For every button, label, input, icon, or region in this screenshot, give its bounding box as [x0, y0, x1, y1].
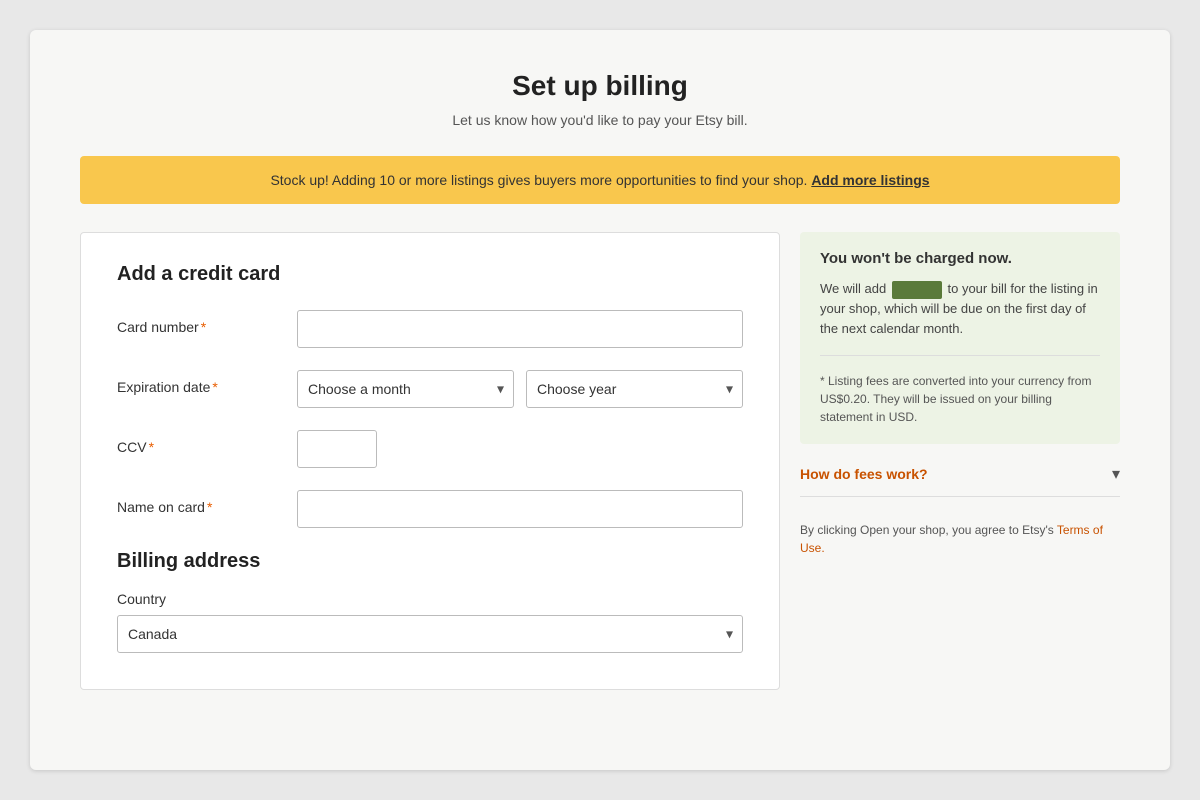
fees-chevron-icon: ▾: [1112, 464, 1120, 484]
fees-row: How do fees work? ▾: [800, 464, 1120, 484]
expiry-dropdowns: Choose a month January February March Ap…: [297, 370, 743, 408]
country-label: Country: [117, 591, 743, 607]
info-box: You won't be charged now. We will add to…: [800, 232, 1120, 444]
credit-card-title: Add a credit card: [117, 263, 743, 286]
billing-address-title: Billing address: [117, 550, 743, 573]
info-box-title: You won't be charged now.: [820, 250, 1100, 267]
name-on-card-input[interactable]: [297, 490, 743, 528]
name-label: Name on card*: [117, 490, 297, 515]
card-number-input[interactable]: [297, 310, 743, 348]
banner-text: Stock up! Adding 10 or more listings giv…: [270, 172, 807, 188]
page-subtitle: Let us know how you'd like to pay your E…: [80, 112, 1120, 128]
expiration-label: Expiration date*: [117, 370, 297, 395]
ccv-input[interactable]: [297, 430, 377, 468]
info-box-text: We will add to your bill for the listing…: [820, 279, 1100, 339]
content-row: Add a credit card Card number* Expiratio…: [80, 232, 1120, 690]
year-select[interactable]: Choose year 2024 2025 2026 2027 2028 202…: [526, 370, 743, 408]
month-select-wrapper: Choose a month January February March Ap…: [297, 370, 514, 408]
main-card: Add a credit card Card number* Expiratio…: [80, 232, 780, 690]
card-number-row: Card number*: [117, 310, 743, 348]
terms-text: By clicking Open your shop, you agree to…: [800, 511, 1120, 557]
page-container: Set up billing Let us know how you'd lik…: [30, 30, 1170, 770]
redacted-amount: [892, 281, 942, 299]
divider: [820, 355, 1100, 356]
expiration-row: Expiration date* Choose a month January …: [117, 370, 743, 408]
card-number-label: Card number*: [117, 310, 297, 335]
banner-link[interactable]: Add more listings: [811, 172, 929, 188]
page-title: Set up billing: [80, 70, 1120, 102]
month-select[interactable]: Choose a month January February March Ap…: [297, 370, 514, 408]
fees-section: How do fees work? ▾: [800, 464, 1120, 497]
fees-link[interactable]: How do fees work?: [800, 466, 928, 482]
sidebar: You won't be charged now. We will add to…: [800, 232, 1120, 557]
banner: Stock up! Adding 10 or more listings giv…: [80, 156, 1120, 204]
year-select-wrapper: Choose year 2024 2025 2026 2027 2028 202…: [526, 370, 743, 408]
ccv-row: CCV*: [117, 430, 743, 468]
country-select[interactable]: Canada United States United Kingdom Aust…: [117, 615, 743, 653]
name-row: Name on card*: [117, 490, 743, 528]
listing-fees-text: * Listing fees are converted into your c…: [820, 372, 1100, 426]
ccv-label: CCV*: [117, 430, 297, 455]
country-select-wrapper: Canada United States United Kingdom Aust…: [117, 615, 743, 653]
